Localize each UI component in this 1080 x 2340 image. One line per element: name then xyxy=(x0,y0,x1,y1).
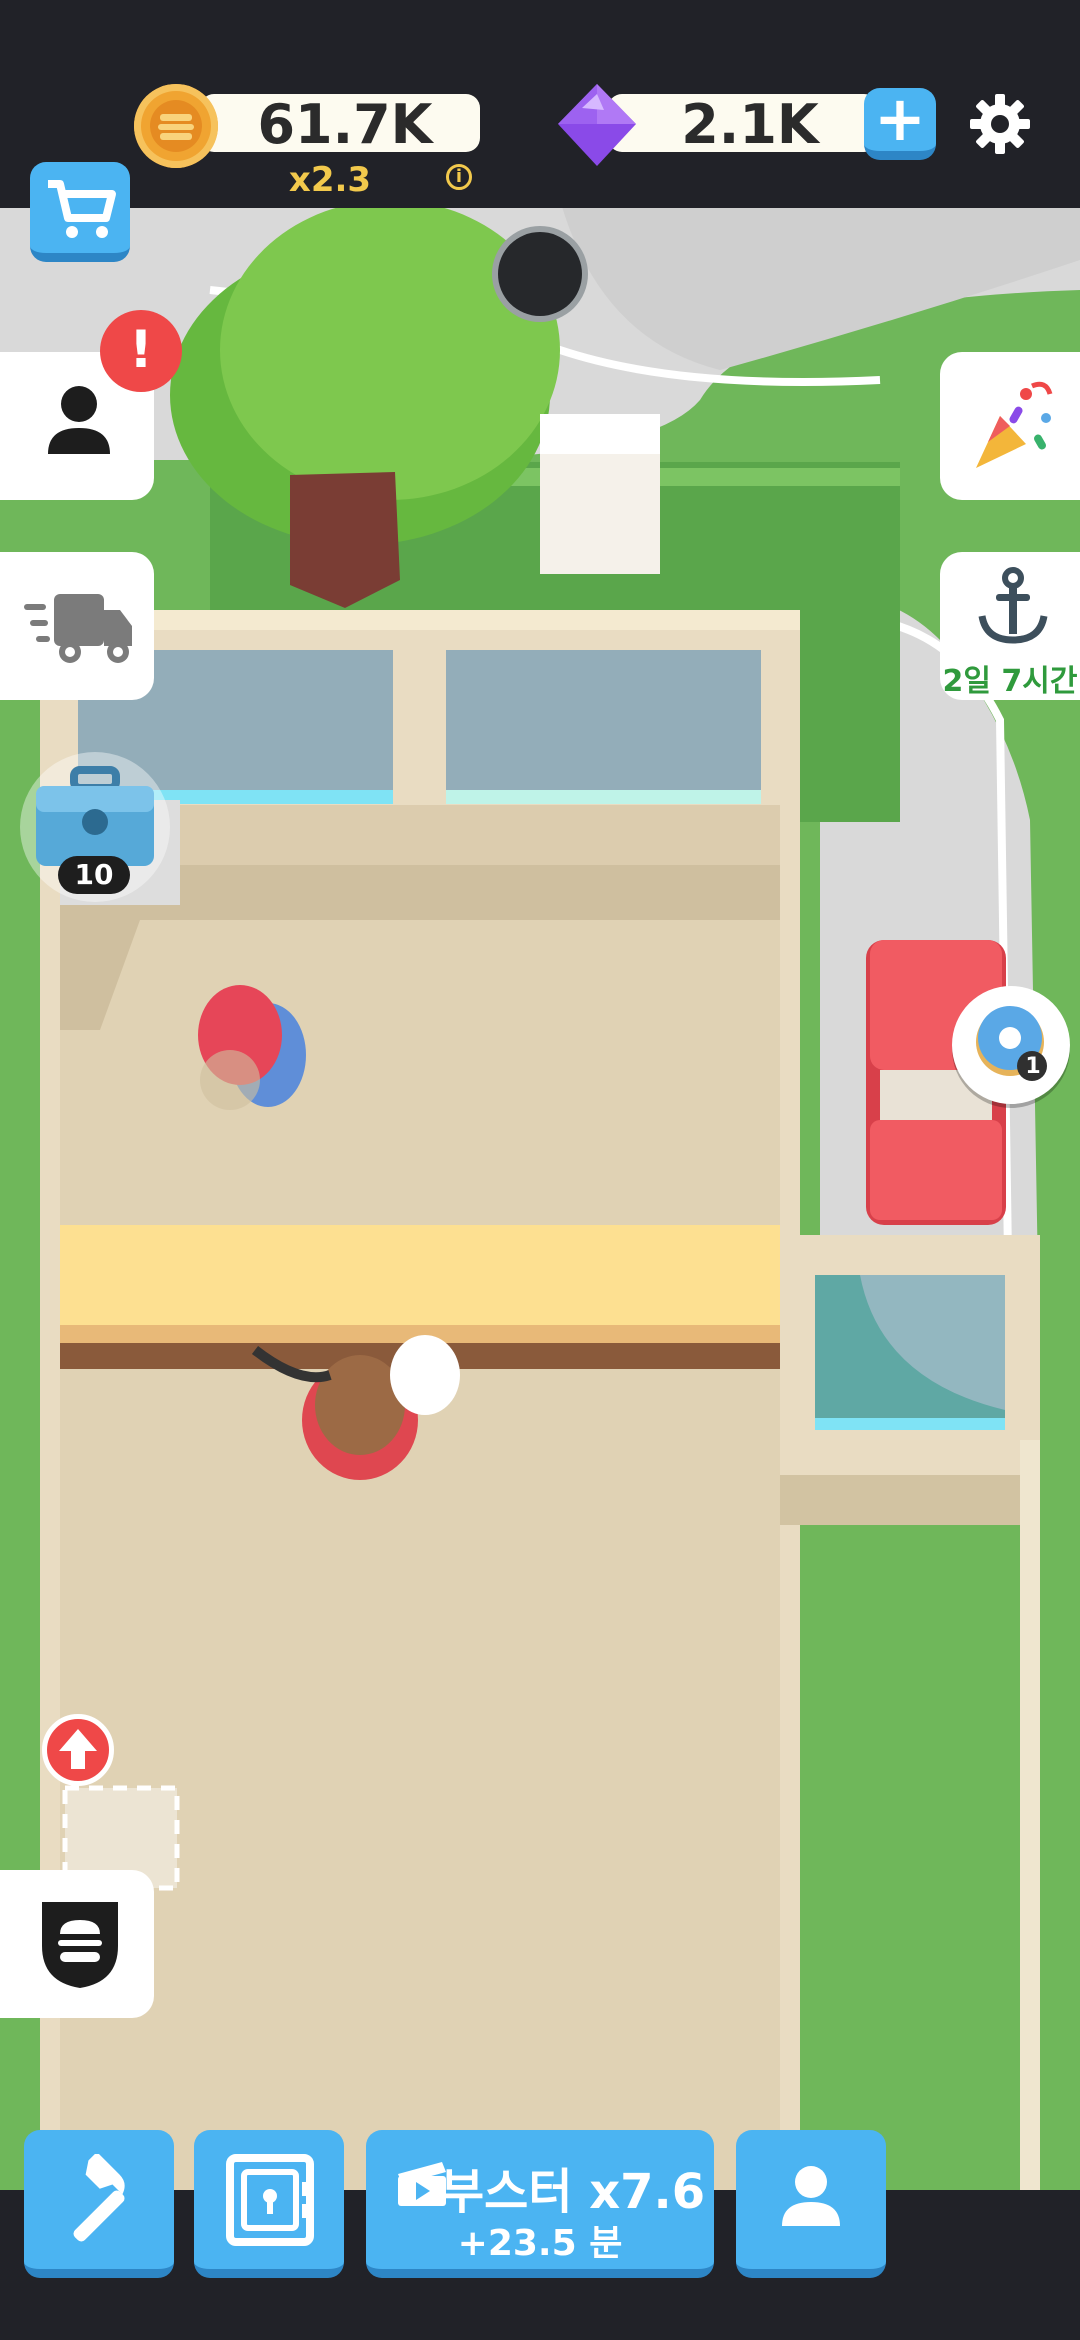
party-popper-icon xyxy=(976,381,1053,468)
vault-button[interactable] xyxy=(194,2130,344,2278)
hammer-icon xyxy=(73,2154,125,2242)
info-icon-glyph: i xyxy=(455,166,463,187)
chest-count: 10 xyxy=(74,858,114,891)
gear-icon[interactable] xyxy=(968,92,1032,156)
alert-glyph: ! xyxy=(129,320,153,380)
booster-label: 부스터 x7.6 xyxy=(440,2164,706,2220)
map-illustration xyxy=(0,200,1080,2190)
add-gems-button[interactable]: + xyxy=(864,88,936,160)
person-icon xyxy=(48,386,110,454)
info-icon[interactable]: i xyxy=(446,164,472,190)
delivery-button[interactable] xyxy=(0,552,154,700)
gem-icon xyxy=(558,84,636,166)
chest-button[interactable]: 10 xyxy=(20,752,170,902)
build-button[interactable] xyxy=(24,2130,174,2278)
plus-icon: + xyxy=(874,82,926,155)
arrow-up-icon xyxy=(59,1729,97,1769)
safe-icon xyxy=(226,2154,314,2246)
party-event-button[interactable] xyxy=(940,352,1080,500)
game-world[interactable]: 1 xyxy=(0,200,1080,2190)
shop-button[interactable] xyxy=(30,162,130,262)
burger-shield-icon xyxy=(42,1902,118,1988)
coin-multiplier: x2.3 xyxy=(288,160,372,200)
upgrade-arrow-badge[interactable] xyxy=(42,1714,114,1786)
cart-icon xyxy=(48,180,116,238)
order-bubble[interactable]: 1 xyxy=(952,986,1070,1104)
coin-amount: 61.7K xyxy=(257,93,433,156)
anchor-event-button[interactable]: 2일 7시간 xyxy=(940,552,1080,700)
chest-count-badge: 10 xyxy=(58,856,130,894)
booster-time: +23.5 분 xyxy=(457,2223,623,2264)
booster-button[interactable]: 부스터 x7.6 +23.5 분 xyxy=(366,2130,714,2278)
delivery-truck-icon xyxy=(24,594,132,663)
profile-button[interactable] xyxy=(736,2130,886,2278)
anchor-event-timer: 2일 7시간 xyxy=(942,664,1078,699)
person-icon xyxy=(782,2166,840,2226)
order-bubble-count: 1 xyxy=(1025,1054,1041,1079)
anchor-icon xyxy=(978,567,1048,644)
top-hud: 61.7K x2.3 i 2.1K + xyxy=(0,0,1080,208)
alert-badge: ! xyxy=(100,310,182,392)
donut-icon xyxy=(976,1006,1047,1081)
menu-button[interactable] xyxy=(0,1870,154,2018)
coin-icon xyxy=(134,84,218,168)
gem-amount: 2.1K xyxy=(681,93,819,156)
